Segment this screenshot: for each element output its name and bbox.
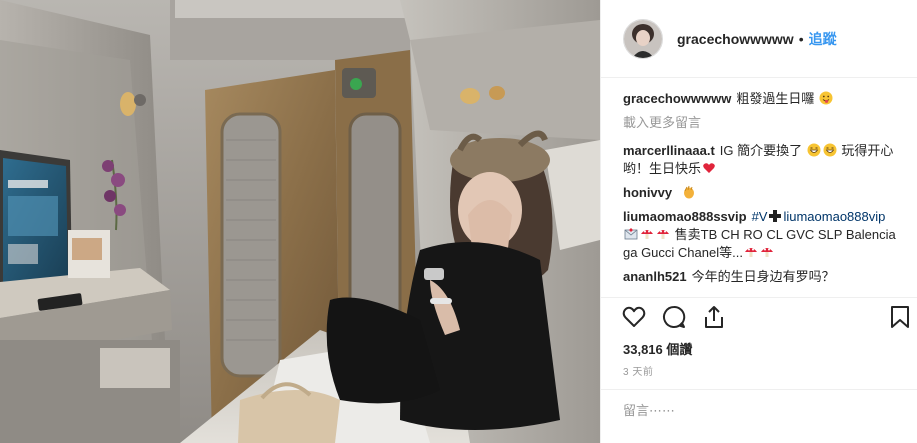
- post-header: gracechowwwww • 追蹤: [601, 0, 917, 78]
- comment-username[interactable]: liumaomao888ssvip: [623, 209, 747, 224]
- comment-username[interactable]: honivvy: [623, 185, 672, 200]
- comment-username[interactable]: ananlh521: [623, 269, 687, 284]
- likes-count[interactable]: 33,816 個讚: [623, 339, 692, 358]
- comment-item: marcerllinaaa.t IG 簡介要換了 玩得开心哟！生日快乐: [623, 142, 901, 178]
- separator-dot: •: [798, 30, 804, 47]
- heart-emoji-icon: [703, 163, 715, 173]
- clap-emoji-icon: [683, 185, 694, 199]
- mushroom-emoji-icon: [641, 230, 653, 239]
- comment-text: IG 簡介要換了: [719, 143, 803, 158]
- grin-sweat-emoji-icon: [823, 143, 837, 157]
- mention[interactable]: liumaomao888vip: [783, 209, 885, 224]
- envelope-emoji-icon: [624, 228, 638, 240]
- heart-icon[interactable]: [621, 304, 647, 330]
- avatar[interactable]: [623, 18, 663, 59]
- post-timestamp[interactable]: 3 天前: [623, 363, 653, 378]
- caption: gracechowwwww 粗發過生日囉: [623, 90, 901, 108]
- comment-list: gracechowwwww 粗發過生日囉 載入更多留言 marcerllinaaa…: [601, 78, 917, 286]
- post-username[interactable]: gracechowwwww: [677, 31, 794, 47]
- caption-username[interactable]: gracechowwwww: [623, 91, 731, 106]
- action-bar: [601, 297, 917, 335]
- avatar-image: [624, 19, 662, 58]
- comment-input[interactable]: [623, 403, 896, 418]
- comment-item: honivvy: [623, 184, 901, 202]
- mushroom-emoji-icon: [760, 248, 773, 257]
- comment-icon[interactable]: [661, 304, 687, 330]
- share-icon[interactable]: [701, 304, 727, 330]
- grin-sweat-emoji-icon: [807, 143, 821, 157]
- cabin-photo: [0, 0, 600, 443]
- mushroom-emoji-icon: [744, 248, 757, 257]
- plus-emoji-icon: [769, 210, 782, 222]
- hashtag[interactable]: #V: [752, 209, 768, 224]
- load-more-comments[interactable]: 載入更多留言: [623, 114, 901, 132]
- comment-item: ananlh521 今年的生日身边有罗吗？: [623, 268, 901, 286]
- post-details: gracechowwwww • 追蹤 gracechowwwww 粗發過生日囉 載…: [600, 0, 917, 443]
- post-photo[interactable]: [0, 0, 600, 443]
- comment-item: liumaomao888ssvip #V liumaomao888vip 售卖TB …: [623, 208, 901, 262]
- add-comment-bar: [601, 389, 917, 443]
- follow-button[interactable]: 追蹤: [809, 29, 837, 49]
- caption-text: 粗發過生日囉: [736, 91, 815, 106]
- mushroom-emoji-icon: [657, 230, 669, 239]
- comment-username[interactable]: marcerllinaaa.t: [623, 143, 715, 158]
- comment-text: 今年的生日身边有罗吗？: [691, 269, 835, 284]
- bookmark-icon[interactable]: [887, 304, 913, 330]
- tongue-emoji-icon: [819, 91, 833, 105]
